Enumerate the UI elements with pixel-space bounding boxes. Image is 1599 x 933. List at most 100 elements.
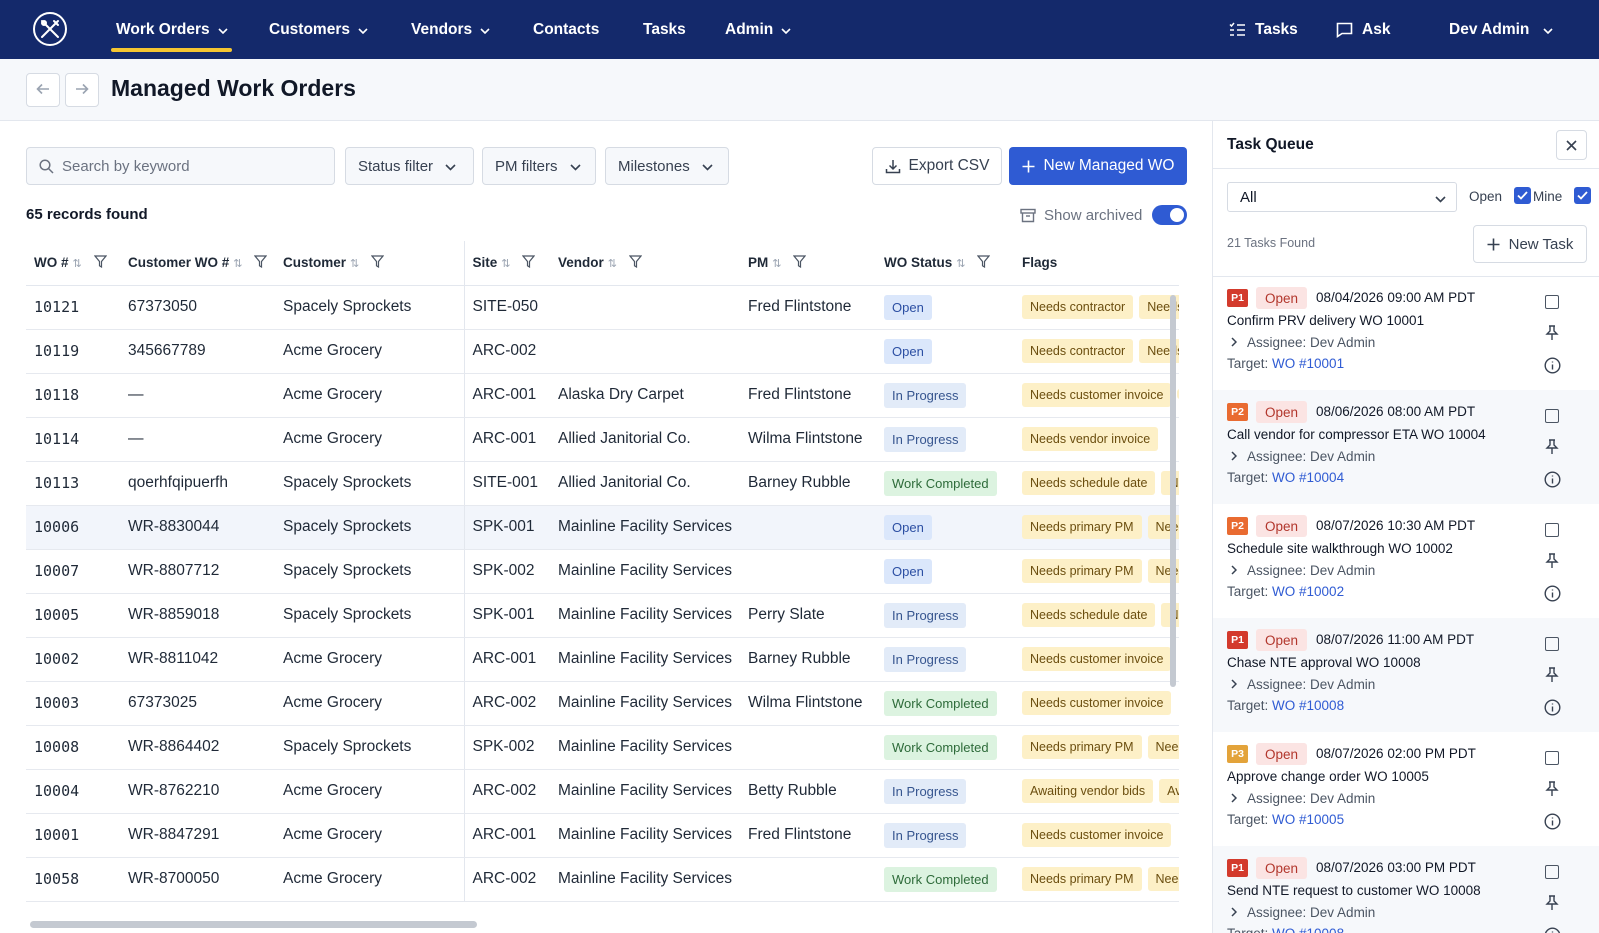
sort-icon[interactable]: ⇅: [350, 258, 359, 270]
wo-number-cell[interactable]: 10004: [26, 769, 120, 814]
app-logo-icon[interactable]: [33, 12, 67, 46]
task-title[interactable]: Schedule site walkthrough WO 10002: [1227, 541, 1453, 556]
complete-task-checkbox[interactable]: [1541, 633, 1563, 655]
complete-task-checkbox[interactable]: [1541, 747, 1563, 769]
pin-icon[interactable]: [1541, 322, 1563, 344]
nav-customers[interactable]: Customers: [269, 0, 368, 59]
wo-number-cell[interactable]: 10113: [26, 461, 120, 506]
task-card[interactable]: P1 Open 08/04/2026 09:00 AM PDT Confirm PRV…: [1213, 276, 1599, 390]
nav-contacts[interactable]: Contacts: [533, 0, 599, 59]
task-title[interactable]: Confirm PRV delivery WO 10001: [1227, 313, 1424, 328]
new-task-button[interactable]: New Task: [1473, 225, 1587, 263]
wo-number-cell[interactable]: 10002: [26, 637, 120, 682]
wo-number-cell[interactable]: 10114: [26, 417, 120, 462]
wo-number-cell[interactable]: 10008: [26, 725, 120, 770]
wo-number-cell[interactable]: 10006: [26, 505, 120, 550]
filter-icon[interactable]: [370, 255, 385, 271]
column-header-wo[interactable]: WO # ⇅: [26, 241, 120, 286]
task-card[interactable]: P1 Open 08/07/2026 03:00 PM PDT Send NTE re…: [1213, 846, 1599, 933]
new-managed-wo-button[interactable]: New Managed WO: [1009, 147, 1187, 185]
wo-number-cell[interactable]: 10003: [26, 681, 120, 726]
milestones-dropdown[interactable]: Milestones: [605, 147, 729, 185]
task-card[interactable]: P3 Open 08/07/2026 02:00 PM PDT Approve cha…: [1213, 732, 1599, 846]
nav-ask[interactable]: Ask: [1336, 0, 1390, 59]
status-filter-dropdown[interactable]: Status filter: [345, 147, 474, 185]
user-menu[interactable]: Dev Admin: [1449, 0, 1553, 59]
mine-filter-checkbox[interactable]: [1574, 187, 1591, 204]
task-assignee-toggle[interactable]: Assignee: Dev Admin: [1231, 905, 1375, 920]
wo-number-cell[interactable]: 10118: [26, 373, 120, 418]
table-row[interactable]: 10003 67373025 Acme Grocery ARC-002 Mainline…: [26, 681, 1179, 726]
back-button[interactable]: [26, 73, 60, 107]
task-assignee-toggle[interactable]: Assignee: Dev Admin: [1231, 449, 1375, 464]
task-assignee-toggle[interactable]: Assignee: Dev Admin: [1231, 563, 1375, 578]
filter-icon[interactable]: [628, 255, 643, 271]
filter-icon[interactable]: [977, 255, 991, 271]
table-row[interactable]: 10121 67373050 Spacely Sprockets SITE-050 Fr…: [26, 285, 1179, 330]
task-target-link[interactable]: WO #10002: [1272, 584, 1344, 599]
complete-task-checkbox[interactable]: [1541, 405, 1563, 427]
nav-tasks[interactable]: Tasks: [643, 0, 686, 59]
task-card[interactable]: P2 Open 08/07/2026 10:30 AM PDT Schedule si…: [1213, 504, 1599, 618]
pin-icon[interactable]: [1541, 892, 1563, 914]
filter-icon[interactable]: [793, 255, 807, 271]
task-target-link[interactable]: WO #10001: [1272, 356, 1344, 371]
sort-icon[interactable]: ⇅: [73, 258, 82, 270]
sort-icon[interactable]: ⇅: [956, 258, 965, 270]
task-title[interactable]: Approve change order WO 10005: [1227, 769, 1429, 784]
sort-icon[interactable]: ⇅: [772, 258, 781, 270]
column-header-customer-wo[interactable]: Customer WO # ⇅: [120, 241, 275, 286]
column-header-vendor[interactable]: Vendor ⇅: [550, 241, 740, 286]
task-card[interactable]: P2 Open 08/06/2026 08:00 AM PDT Call vendor…: [1213, 390, 1599, 504]
filter-icon[interactable]: [522, 255, 536, 271]
search-box[interactable]: [26, 147, 335, 185]
table-row[interactable]: 10006 WR-8830044 Spacely Sprockets SPK-001 M…: [26, 505, 1179, 550]
pin-icon[interactable]: [1541, 436, 1563, 458]
task-title[interactable]: Chase NTE approval WO 10008: [1227, 655, 1421, 670]
wo-number-cell[interactable]: 10058: [26, 857, 120, 902]
pin-icon[interactable]: [1541, 550, 1563, 572]
task-assignee-toggle[interactable]: Assignee: Dev Admin: [1231, 791, 1375, 806]
export-csv-button[interactable]: Export CSV: [872, 147, 1002, 185]
task-filter-select[interactable]: All: [1227, 182, 1457, 212]
column-header-pm[interactable]: PM ⇅: [740, 241, 876, 286]
wo-number-cell[interactable]: 10001: [26, 813, 120, 858]
sort-icon[interactable]: ⇅: [608, 258, 617, 270]
table-row[interactable]: 10008 WR-8864402 Spacely Sprockets SPK-002 M…: [26, 725, 1179, 770]
complete-task-checkbox[interactable]: [1541, 861, 1563, 883]
info-icon[interactable]: [1541, 810, 1563, 832]
table-row[interactable]: 10118— Acme Grocery ARC-001 Alaska Dry Carp…: [26, 373, 1179, 418]
open-filter-checkbox[interactable]: [1514, 187, 1531, 204]
nav-admin[interactable]: Admin: [725, 0, 791, 59]
sort-icon[interactable]: ⇅: [501, 258, 510, 270]
table-row[interactable]: 10001 WR-8847291 Acme Grocery ARC-001 Mainli…: [26, 813, 1179, 858]
filter-icon[interactable]: [254, 255, 268, 271]
task-assignee-toggle[interactable]: Assignee: Dev Admin: [1231, 677, 1375, 692]
task-target-link[interactable]: WO #10008: [1272, 926, 1344, 933]
task-assignee-toggle[interactable]: Assignee: Dev Admin: [1231, 335, 1375, 350]
column-header-site[interactable]: Site ⇅: [463, 241, 550, 286]
table-row[interactable]: 10002 WR-8811042 Acme Grocery ARC-001 Mainli…: [26, 637, 1179, 682]
table-row[interactable]: 10114— Acme Grocery ARC-001 Allied Janitori…: [26, 417, 1179, 462]
table-horizontal-scrollbar[interactable]: [30, 921, 477, 928]
info-icon[interactable]: [1541, 582, 1563, 604]
complete-task-checkbox[interactable]: [1541, 519, 1563, 541]
table-row[interactable]: 10007 WR-8807712 Spacely Sprockets SPK-002 M…: [26, 549, 1179, 594]
table-vertical-scrollbar[interactable]: [1170, 295, 1176, 687]
filter-icon[interactable]: [93, 255, 108, 271]
wo-number-cell[interactable]: 10007: [26, 549, 120, 594]
nav-tasks-shortcut[interactable]: Tasks: [1229, 0, 1298, 59]
task-card[interactable]: P1 Open 08/07/2026 11:00 AM PDT Chase NTE a…: [1213, 618, 1599, 732]
close-panel-button[interactable]: [1556, 130, 1587, 160]
table-row[interactable]: 10119 345667789 Acme Grocery ARC-002 Open Nee…: [26, 329, 1179, 374]
pin-icon[interactable]: [1541, 778, 1563, 800]
forward-button[interactable]: [65, 73, 99, 107]
task-title[interactable]: Call vendor for compressor ETA WO 10004: [1227, 427, 1486, 442]
nav-vendors[interactable]: Vendors: [411, 0, 490, 59]
table-row[interactable]: 10058 WR-8700050 Acme Grocery ARC-002 Mainli…: [26, 857, 1179, 902]
wo-number-cell[interactable]: 10005: [26, 593, 120, 638]
table-row[interactable]: 10004 WR-8762210 Acme Grocery ARC-002 Mainli…: [26, 769, 1179, 814]
task-target-link[interactable]: WO #10005: [1272, 812, 1344, 827]
info-icon[interactable]: [1541, 924, 1563, 933]
task-title[interactable]: Send NTE request to customer WO 10008: [1227, 883, 1481, 898]
